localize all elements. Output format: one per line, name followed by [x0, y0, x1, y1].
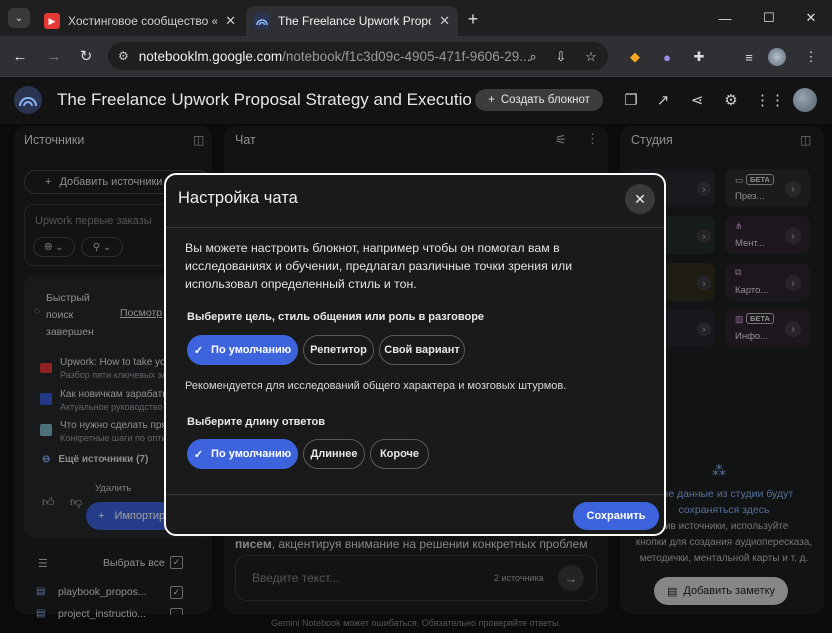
- dialog-title: Настройка чата: [178, 189, 298, 207]
- create-notebook-button[interactable]: + Создать блокнот: [475, 89, 603, 111]
- notebooklm-logo-icon[interactable]: [14, 86, 42, 114]
- goal-option-tutor[interactable]: Репетитор: [303, 335, 374, 365]
- length-option-longer[interactable]: Длиннее: [303, 439, 365, 469]
- extensions-puzzle-icon[interactable]: ✚: [688, 46, 710, 68]
- browser-menu-icon[interactable]: ⋮: [800, 46, 822, 68]
- share-icon[interactable]: ⋖: [687, 90, 707, 110]
- close-icon[interactable]: ✕: [625, 184, 655, 214]
- goal-recommendation: Рекомендуется для исследований общего ха…: [185, 380, 567, 392]
- minimize-icon[interactable]: —: [710, 8, 740, 28]
- url-path: /notebook/f1c3d09c-4905-471f-9606-29...: [282, 48, 531, 64]
- metamask-icon[interactable]: ◆: [624, 46, 646, 68]
- tab-search-button[interactable]: ⌄: [8, 8, 30, 28]
- length-label: Выберите длину ответов: [187, 416, 325, 428]
- save-button[interactable]: Сохранить: [573, 502, 659, 530]
- url-host: notebooklm.google.com: [138, 48, 283, 64]
- close-tab-icon[interactable]: ✕: [225, 13, 236, 29]
- apps-grid-icon[interactable]: ⋮⋮: [755, 90, 785, 110]
- site-info-icon[interactable]: ⚙: [118, 49, 129, 63]
- forward-icon[interactable]: →: [42, 44, 66, 68]
- avatar[interactable]: [793, 88, 817, 112]
- install-app-icon[interactable]: ⇩: [550, 46, 572, 68]
- dialog-divider: [166, 494, 664, 495]
- tab-title: The Freelance Upwork Proposal: [278, 14, 431, 28]
- new-tab-icon[interactable]: +: [462, 8, 484, 30]
- plus-icon: +: [488, 94, 495, 106]
- bookmark-star-icon[interactable]: ☆: [580, 46, 602, 68]
- youtube-icon: ▶: [44, 13, 60, 29]
- goal-option-default[interactable]: ✓ По умолчанию: [187, 335, 298, 365]
- close-window-icon[interactable]: ✕: [796, 8, 826, 28]
- check-icon: ✓: [193, 448, 204, 461]
- create-notebook-label: Создать блокнот: [500, 94, 590, 106]
- zoom-icon[interactable]: ⌕: [522, 46, 544, 68]
- notebooklm-icon: [254, 13, 270, 29]
- analytics-icon[interactable]: ↗: [653, 90, 673, 110]
- length-options: ✓ По умолчанию Длиннее Короче: [187, 439, 607, 469]
- maximize-icon[interactable]: ☐: [754, 8, 784, 28]
- close-tab-icon[interactable]: ✕: [439, 13, 450, 29]
- profile-avatar-icon[interactable]: [766, 46, 788, 68]
- media-control-icon[interactable]: ≡: [738, 46, 760, 68]
- back-icon[interactable]: ←: [8, 44, 32, 68]
- notebook-title[interactable]: The Freelance Upwork Proposal Strategy a…: [57, 90, 472, 110]
- check-icon: ✓: [193, 344, 204, 357]
- dialog-divider: [166, 227, 664, 228]
- length-option-default[interactable]: ✓ По умолчанию: [187, 439, 298, 469]
- extension-icon[interactable]: ●: [656, 46, 678, 68]
- tab-title: Хостинговое сообщество «Tim: [68, 14, 217, 28]
- length-option-shorter[interactable]: Короче: [370, 439, 429, 469]
- goal-label: Выберите цель, стиль общения или роль в …: [187, 311, 485, 323]
- dialog-description: Вы можете настроить блокнот, например чт…: [185, 241, 573, 291]
- settings-gear-icon[interactable]: ⚙: [721, 90, 741, 110]
- goal-option-custom[interactable]: Свой вариант: [379, 335, 465, 365]
- browser-tab-1[interactable]: ▶ Хостинговое сообщество «Tim ✕: [36, 6, 244, 36]
- copy-icon[interactable]: ❐: [621, 90, 641, 110]
- reload-icon[interactable]: ↻: [74, 44, 98, 68]
- browser-tab-2[interactable]: The Freelance Upwork Proposal ✕: [246, 6, 458, 36]
- goal-options: ✓ По умолчанию Репетитор Свой вариант: [187, 335, 607, 365]
